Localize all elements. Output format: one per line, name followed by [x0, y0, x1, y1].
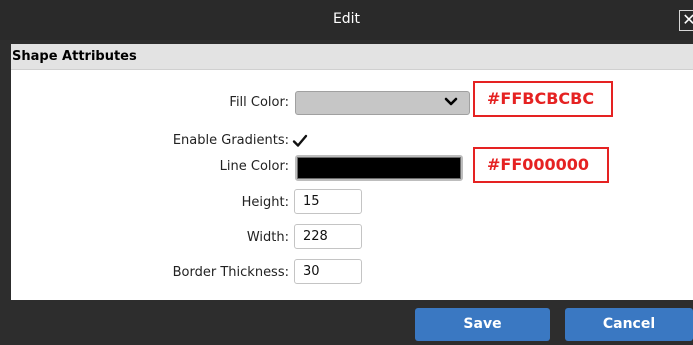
width-input[interactable]: 228 [294, 224, 362, 249]
save-button[interactable]: Save [415, 308, 550, 341]
border-thickness-input[interactable]: 30 [294, 259, 362, 284]
line-color-label: Line Color: [219, 159, 289, 174]
width-label: Width: [246, 230, 289, 245]
border-thickness-label: Border Thickness: [172, 265, 289, 280]
edit-dialog: Edit ✕ Shape Attributes Fill Color: Enab… [0, 0, 693, 345]
attributes-panel: Shape Attributes Fill Color: Enable Grad… [11, 44, 693, 300]
dialog-title: Edit [332, 11, 361, 27]
close-icon[interactable]: ✕ [679, 10, 693, 31]
line-color-picker[interactable] [295, 155, 463, 181]
fill-color-label: Fill Color: [229, 95, 289, 110]
label-column: Fill Color: Enable Gradients: Line Color… [11, 44, 289, 300]
height-label: Height: [241, 195, 289, 210]
fill-color-select[interactable] [295, 91, 470, 115]
line-color-hex: #FF000000 [487, 155, 590, 174]
fill-color-annotation: #FFBCBCBC [473, 81, 613, 117]
enable-gradients-label: Enable Gradients: [172, 133, 289, 148]
cancel-button[interactable]: Cancel [565, 308, 693, 341]
line-color-annotation: #FF000000 [473, 147, 609, 183]
checkmark-icon [292, 134, 308, 147]
chevron-down-icon [444, 97, 458, 106]
title-bar: Edit ✕ [0, 0, 693, 40]
fill-color-hex: #FFBCBCBC [487, 89, 595, 108]
enable-gradients-checkbox[interactable] [292, 133, 308, 149]
height-input[interactable]: 15 [294, 189, 362, 214]
